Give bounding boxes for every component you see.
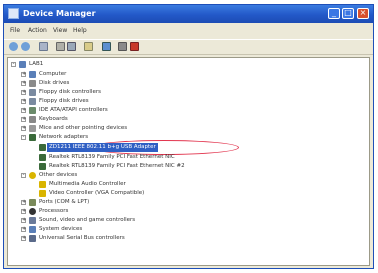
collapse-toggle[interactable]: -: [21, 135, 26, 140]
collapse-toggle[interactable]: -: [11, 62, 16, 67]
tree-node-label: System devices: [39, 226, 83, 232]
maximize-button[interactable]: □: [342, 8, 354, 19]
window-title: Device Manager: [23, 9, 96, 18]
tree-node-label: Keyboards: [39, 116, 68, 122]
device-tree[interactable]: - LAB1 + Computer + Disk drives + Floppy…: [7, 57, 370, 266]
expand-toggle[interactable]: +: [21, 218, 26, 223]
tree-node-label: Computer: [39, 71, 67, 77]
tree-node-label: Ports (COM & LPT): [39, 199, 90, 205]
mouse-icon: [29, 125, 36, 132]
menu-help[interactable]: Help: [73, 25, 87, 37]
expand-toggle[interactable]: +: [21, 200, 26, 205]
sound-icon: [29, 217, 36, 224]
computer-icon: [29, 71, 36, 78]
minimize-button[interactable]: _: [328, 8, 340, 19]
disk-icon: [29, 80, 36, 87]
expand-toggle[interactable]: +: [21, 117, 26, 122]
tree-node-label: Realtek RTL8139 Family PCI Fast Ethernet…: [49, 163, 185, 169]
system-icon: [29, 226, 36, 233]
tree-node-label: Disk drives: [39, 80, 70, 86]
expand-toggle[interactable]: +: [21, 81, 26, 86]
device-manager-window: Device Manager _ □ × File Action View He…: [3, 4, 374, 269]
toolbar: [4, 39, 373, 55]
tree-node-label: Video Controller (VGA Compatible): [49, 190, 145, 196]
tree-node-label: Floppy disk controllers: [39, 89, 101, 95]
expand-toggle[interactable]: +: [21, 108, 26, 113]
usb-icon: [29, 235, 36, 242]
tree-node-label: Sound, video and game controllers: [39, 217, 136, 223]
question-icon: [29, 172, 36, 179]
menu-bar: File Action View Help: [4, 25, 373, 37]
properties-icon[interactable]: [39, 42, 48, 51]
computer-icon: [19, 61, 26, 68]
menu-action[interactable]: Action: [28, 25, 47, 37]
tree-node-label: Processors: [39, 208, 69, 214]
tree-node-label: Other devices: [39, 172, 78, 178]
device-manager-icon: [8, 8, 19, 19]
forward-icon[interactable]: [21, 42, 30, 51]
port-icon: [29, 199, 36, 206]
close-button[interactable]: ×: [357, 8, 369, 19]
network-icon: [39, 154, 46, 161]
expand-toggle[interactable]: +: [21, 209, 26, 214]
expand-toggle[interactable]: +: [21, 236, 26, 241]
expand-toggle[interactable]: +: [21, 227, 26, 232]
print-icon[interactable]: [56, 42, 65, 51]
floppy-icon: [29, 89, 36, 96]
tree-node-label: LAB1: [29, 61, 44, 67]
tree-node-label: Realtek RTL8139 Family PCI Fast Ethernet…: [49, 154, 175, 160]
ide-icon: [29, 107, 36, 114]
expand-toggle[interactable]: +: [21, 126, 26, 131]
network-icon: [29, 134, 36, 141]
warning-icon: [39, 181, 46, 188]
floppy-icon: [29, 98, 36, 105]
disable-icon[interactable]: [118, 42, 127, 51]
collapse-toggle[interactable]: -: [21, 173, 26, 178]
tree-node-label: ZD1211 IEEE 802.11 b+g USB Adapter: [47, 143, 158, 152]
network-icon: [39, 144, 46, 151]
tree-node-label: Network adapters: [39, 134, 89, 140]
tree-node-label: Mice and other pointing devices: [39, 125, 128, 131]
expand-toggle[interactable]: +: [21, 99, 26, 104]
back-icon[interactable]: [9, 42, 18, 51]
tree-node-label: Multimedia Audio Controller: [49, 181, 126, 187]
menu-file[interactable]: File: [10, 25, 20, 37]
help-icon[interactable]: [67, 42, 76, 51]
tree-node-label: Floppy disk drives: [39, 98, 89, 104]
tree-node-label: IDE ATA/ATAPI controllers: [39, 107, 108, 113]
update-icon[interactable]: [130, 42, 139, 51]
expand-toggle[interactable]: +: [21, 72, 26, 77]
menu-view[interactable]: View: [53, 25, 67, 37]
warning-icon: [39, 190, 46, 197]
scan-icon[interactable]: [84, 42, 93, 51]
processor-icon: [29, 208, 36, 215]
tree-node-label: Universal Serial Bus controllers: [39, 235, 125, 241]
title-bar[interactable]: Device Manager _ □ ×: [4, 5, 373, 23]
network-icon: [39, 163, 46, 170]
keyboard-icon: [29, 116, 36, 123]
expand-toggle[interactable]: +: [21, 90, 26, 95]
uninstall-icon[interactable]: [102, 42, 111, 51]
